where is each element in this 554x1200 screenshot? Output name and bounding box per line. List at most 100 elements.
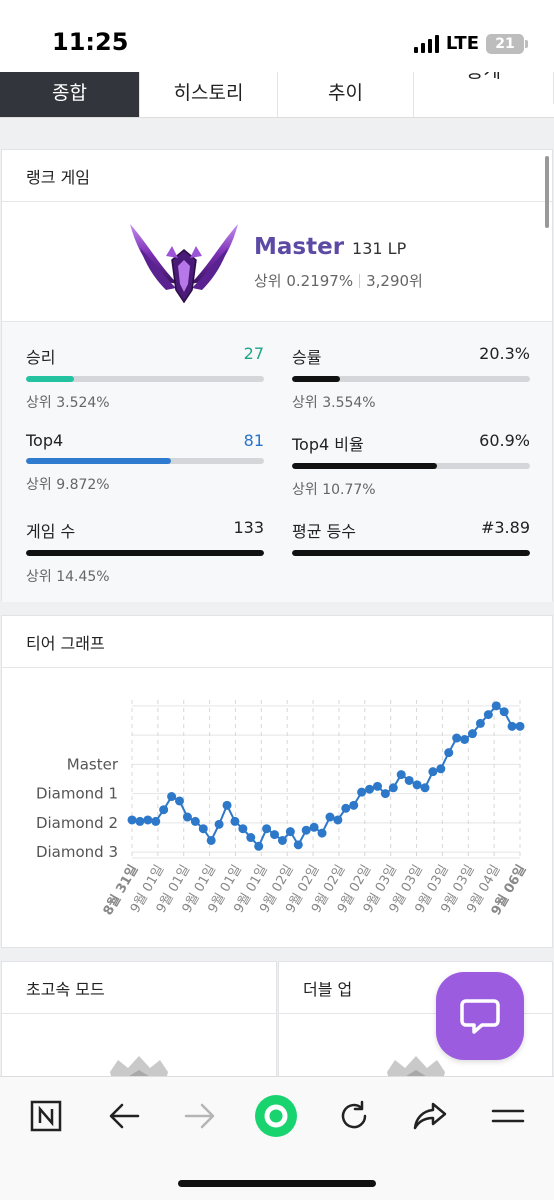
scrollbar[interactable] [545,156,549,228]
data-point [190,816,200,826]
back-arrow-icon [109,1103,140,1129]
data-point [333,815,343,825]
status-indicators: LTE 21 [413,33,528,54]
stat-bar [292,550,530,556]
stat-bar [26,458,264,464]
menu-button[interactable] [478,1091,538,1141]
menu-icon [491,1109,525,1123]
data-point [483,710,493,720]
forward-button[interactable] [170,1091,230,1141]
stat-value: 20.3% [479,344,530,363]
data-point [301,825,311,835]
stat-bar-fill [26,458,171,464]
data-point [388,783,398,793]
tab-trend[interactable]: 추이 [278,64,414,117]
scroll-content[interactable]: 랭크 게임 Master 131 LP 상위 0.2197% 3,290위 승리… [0,118,554,1076]
refresh-icon [341,1100,367,1129]
data-point [222,800,232,810]
data-point [293,840,303,850]
rank-position: 3,290위 [366,272,423,290]
data-point [460,735,470,744]
data-point [444,748,454,758]
tab-overview[interactable]: 종합 [0,64,140,117]
n-logo-button[interactable] [16,1091,76,1141]
signal-icon [413,34,439,53]
home-dot-icon [255,1095,297,1137]
stat-bar [292,463,530,469]
data-point [452,733,462,743]
tier-name: Master [254,234,345,260]
data-point [270,830,280,840]
data-point [507,721,517,731]
network-type: LTE [445,33,479,54]
data-point [238,824,248,834]
stat-bar-fill [292,550,530,556]
data-point [277,835,287,845]
data-point [254,841,264,851]
data-point [135,816,145,826]
data-point [151,816,161,826]
top-percent: 상위 0.2197% [254,272,354,290]
stat-label: 승률 [292,348,322,367]
data-point [317,828,327,838]
n-logo-icon [30,1100,62,1132]
stat-percentile: 상위 14.45% [26,569,110,585]
data-point [159,805,169,815]
stat-percentile: 상위 9.872% [26,477,110,493]
y-tick-label: Master [67,755,119,773]
data-point [175,796,185,806]
turbo-mode-card[interactable]: 초고속 모드 [1,961,277,1076]
stat-value: 27 [243,344,264,363]
refresh-button[interactable] [324,1091,384,1141]
unranked-emblem-icon [386,1056,445,1076]
tier-line: Master 131 LP [254,234,406,260]
data-point [491,701,501,711]
stat-value: 60.9% [479,431,530,450]
y-tick-label: Diamond 3 [36,843,118,861]
stat-value: #3.89 [480,518,530,537]
data-point [404,775,414,785]
chat-button[interactable] [436,972,524,1060]
stat-top4: Top4 81 상위 9.872% [26,431,264,494]
turbo-mode-title: 초고속 모드 [2,962,276,1014]
master-emblem-icon [130,224,238,304]
forward-arrow-icon [184,1103,215,1129]
unranked-emblem-icon [110,1056,168,1076]
stat-bar-fill [26,376,75,382]
data-point [127,815,137,825]
data-point [357,787,367,797]
data-point [365,784,375,794]
data-point [143,815,153,825]
stat-percentile: 상위 3.554% [292,395,376,411]
home-button[interactable] [246,1091,306,1141]
stat-bar [292,376,530,382]
stat-bar-fill [26,550,264,556]
share-icon [413,1102,447,1130]
data-point [420,783,430,793]
stat-bar-fill [292,376,341,382]
stat-label: Top4 [26,431,64,450]
tier-graph-chart: Diamond 3Diamond 2Diamond 1Master8월 31일9… [36,700,529,918]
rank-stats: 승리 27 상위 3.524% 승률 20.3% 상위 3.554% Top4 81 … [2,322,552,602]
battery-level: 21 [495,35,515,52]
tab-history[interactable]: 히스토리 [140,64,278,117]
data-point [309,822,319,832]
status-time: 11:25 [52,28,129,56]
rank-game-card: 랭크 게임 Master 131 LP 상위 0.2197% 3,290위 승리… [1,149,553,602]
data-point [262,824,272,834]
stat-bar [26,376,264,382]
graph-card-title: 티어 그래프 [2,616,552,668]
data-point [206,835,216,845]
data-point [198,824,208,834]
stat-avg-place: 평균 등수 #3.89 [292,518,530,556]
tier-lp: 131 LP [352,239,407,258]
stat-percentile: 상위 3.524% [26,395,110,411]
data-point [325,812,335,822]
share-button[interactable] [400,1091,460,1141]
stat-label: Top4 비율 [292,435,364,454]
stat-value: 133 [233,518,264,537]
stat-bar-fill [292,463,437,469]
back-button[interactable] [94,1091,154,1141]
tier-ranking: 상위 0.2197% 3,290위 [254,270,423,291]
status-bar: 11:25 LTE 21 [0,0,554,72]
